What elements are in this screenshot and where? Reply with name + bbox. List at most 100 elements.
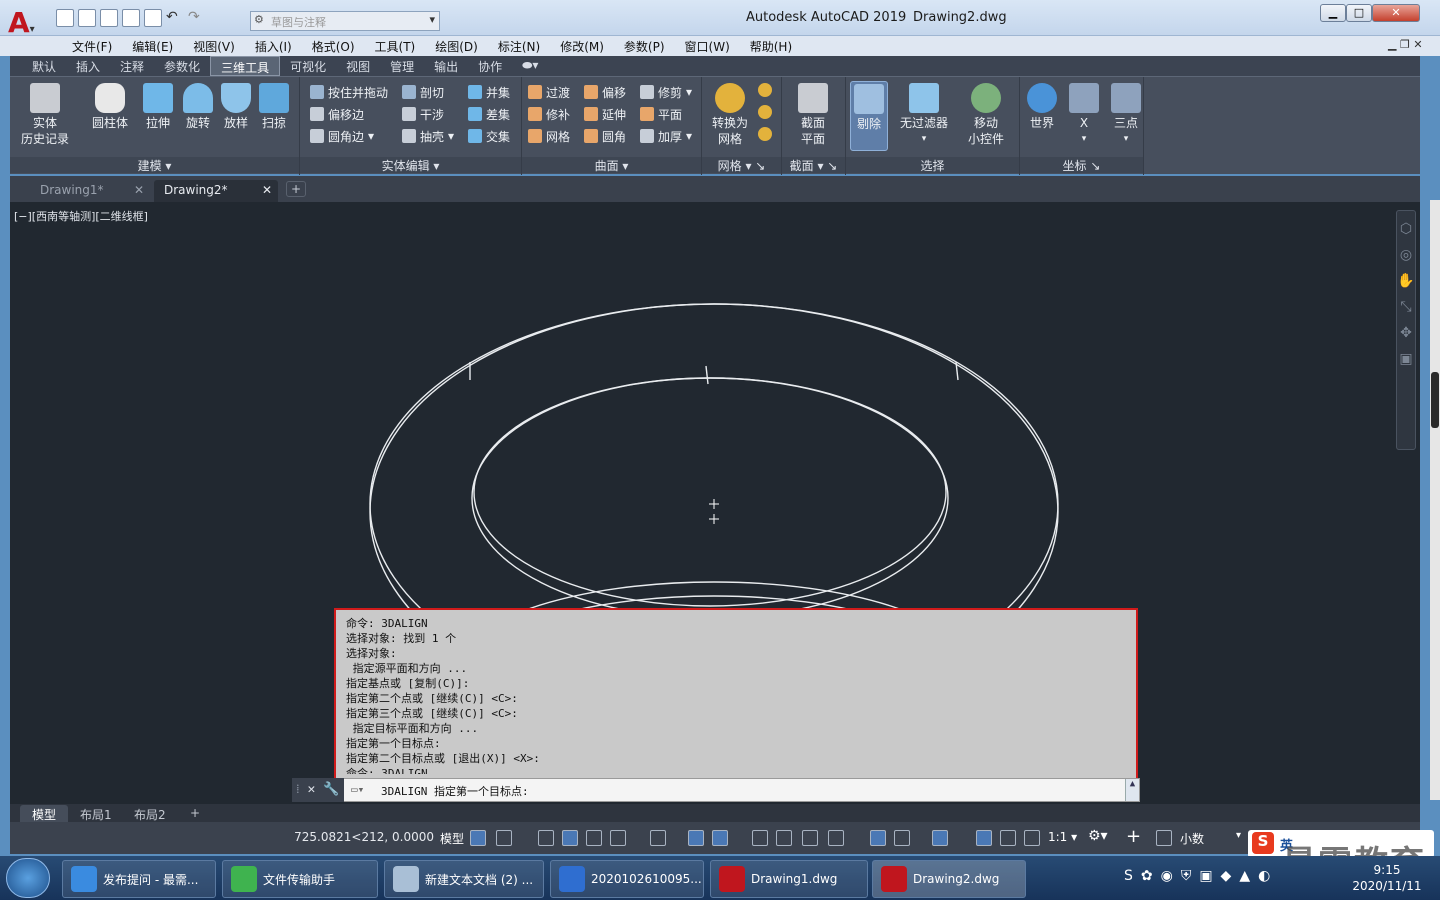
command-prompt-icon[interactable]: ▭▾ — [351, 783, 364, 796]
save-as-icon[interactable] — [122, 9, 140, 27]
selection-filter-icon[interactable] — [894, 830, 910, 846]
panel-title-solid-edit[interactable]: 实体编辑 ▾ — [300, 157, 521, 173]
grid-icon[interactable] — [470, 830, 486, 846]
zoom-icon[interactable]: ⤡ — [1397, 299, 1415, 315]
shell-button[interactable]: 抽壳 ▾ — [402, 125, 454, 147]
panel-title-coordinates[interactable]: 坐标 ↘ — [1020, 157, 1143, 173]
intersect-button[interactable]: 交集 — [468, 125, 510, 147]
solid-history-button[interactable]: 实体 历史记录 — [20, 83, 70, 147]
x-ucs-button[interactable]: X ▾ — [1066, 83, 1102, 147]
tab-default[interactable]: 默认 — [22, 56, 66, 76]
menu-parametric[interactable]: 参数(P) — [614, 36, 675, 56]
customize-wrench-icon[interactable]: 🔧 — [323, 782, 339, 797]
tab-parametric[interactable]: 参数化 — [154, 56, 210, 76]
world-ucs-button[interactable]: 世界 — [1024, 83, 1060, 131]
new-tab-button[interactable]: + — [286, 181, 306, 197]
annotation-monitor-icon[interactable]: + — [1126, 826, 1141, 847]
auto-scale-icon[interactable] — [1000, 830, 1016, 846]
mesh-crease-icon[interactable] — [758, 127, 772, 141]
doc-window-controls[interactable]: ▁ ❐ ✕ — [1388, 38, 1423, 51]
menu-draw[interactable]: 绘图(D) — [425, 36, 488, 56]
coordinate-readout[interactable]: 725.0821<212, 0.0000 — [282, 830, 434, 844]
model-space-toggle[interactable]: 模型 — [440, 830, 464, 847]
menu-dimension[interactable]: 标注(N) — [488, 36, 550, 56]
autocad-logo-icon[interactable]: A▾ — [8, 6, 52, 39]
close-command-icon[interactable]: ✕ — [307, 782, 315, 797]
snap-icon[interactable] — [496, 830, 512, 846]
showmotion-icon[interactable]: ▣ — [1397, 351, 1415, 367]
convert-to-mesh-button[interactable]: 转换为 网格 — [706, 83, 754, 147]
orbit-icon[interactable]: ✥ — [1397, 325, 1415, 341]
new-file-icon[interactable] — [56, 9, 74, 27]
pan-icon[interactable]: ✋ — [1397, 273, 1415, 289]
ortho-icon[interactable] — [586, 830, 602, 846]
cylinder-button[interactable]: 圆柱体 — [90, 83, 130, 131]
menu-file[interactable]: 文件(F) — [62, 36, 122, 56]
dynamic-input-icon[interactable] — [562, 830, 578, 846]
presspull-button[interactable]: 按住并拖动 — [310, 81, 388, 103]
system-tray-icons[interactable]: S✿◉⛨▣◆▲◐ — [1124, 868, 1278, 884]
units-value[interactable]: 小数 — [1180, 830, 1204, 847]
redo-icon[interactable]: ↷ — [188, 9, 206, 27]
close-button[interactable]: ✕ — [1372, 4, 1420, 22]
thicken-button[interactable]: 加厚 ▾ — [640, 125, 692, 147]
panel-title-surface[interactable]: 曲面 ▾ — [522, 157, 701, 173]
panel-title-mesh[interactable]: 网格 ▾ ↘ — [702, 157, 781, 173]
units-dropdown-icon[interactable]: ▾ — [1236, 830, 1241, 841]
interfere-button[interactable]: 干涉 — [402, 103, 454, 125]
patch-button[interactable]: 修补 — [528, 103, 570, 125]
command-scroll-up[interactable]: ▲ — [1125, 779, 1139, 801]
taskbar-item-drawing2[interactable]: Drawing2.dwg — [872, 860, 1026, 898]
fillet-edge-button[interactable]: 圆角边 ▾ — [310, 125, 388, 147]
planar-button[interactable]: 平面 — [640, 103, 692, 125]
menu-tools[interactable]: 工具(T) — [365, 36, 426, 56]
offset-edge-button[interactable]: 偏移边 — [310, 103, 388, 125]
annotation-scale-icon[interactable] — [1024, 830, 1040, 846]
network-button[interactable]: 网格 — [528, 125, 570, 147]
tab-3d-tools[interactable]: 三维工具 — [210, 56, 281, 76]
ribbon-minimize-icon[interactable]: ⬬▾ — [512, 56, 548, 76]
dynamic-ucs-icon[interactable] — [870, 830, 886, 846]
extend-button[interactable]: 延伸 — [584, 103, 626, 125]
close-tab-icon[interactable]: ✕ — [134, 183, 144, 197]
infer-constraints-icon[interactable] — [538, 830, 554, 846]
viewcube-icon[interactable]: ⬡ — [1397, 221, 1415, 237]
menu-modify[interactable]: 修改(M) — [550, 36, 614, 56]
selection-cycling-icon[interactable] — [802, 830, 818, 846]
section-plane-button[interactable]: 截面 平面 — [788, 83, 838, 147]
taskbar-item-wechat[interactable]: 文件传输助手 — [222, 860, 378, 898]
subtract-button[interactable]: 差集 — [468, 103, 510, 125]
menu-edit[interactable]: 编辑(E) — [122, 36, 183, 56]
tab-output[interactable]: 输出 — [424, 56, 468, 76]
menu-help[interactable]: 帮助(H) — [740, 36, 802, 56]
workspace-dropdown[interactable]: ⚙ 草图与注释 ▾ — [250, 11, 440, 31]
tab-collaborate[interactable]: 协作 — [468, 56, 512, 76]
move-gizmo-button[interactable]: 移动 小控件 — [958, 83, 1014, 147]
transparency-icon[interactable] — [776, 830, 792, 846]
vertical-scrollbar[interactable] — [1430, 200, 1440, 800]
taskbar-item-drawing1[interactable]: Drawing1.dwg — [710, 860, 868, 898]
three-point-ucs-button[interactable]: 三点 ▾ — [1108, 83, 1144, 147]
sweep-button[interactable]: 扫掠 — [254, 83, 294, 131]
slice-button[interactable]: 剖切 — [402, 81, 454, 103]
union-button[interactable]: 并集 — [468, 81, 510, 103]
undo-icon[interactable]: ↶ — [166, 9, 184, 27]
command-input-field[interactable]: 3DALIGN 指定第一个目标点: — [381, 783, 529, 799]
start-button[interactable] — [6, 858, 50, 898]
close-tab-icon[interactable]: ✕ — [262, 183, 272, 197]
object-snap-icon[interactable] — [712, 830, 728, 846]
tab-manage[interactable]: 管理 — [380, 56, 424, 76]
revolve-button[interactable]: 旋转 — [178, 83, 218, 131]
annotation-scale-value[interactable]: 1:1 ▾ — [1048, 830, 1077, 844]
isodraft-icon[interactable] — [650, 830, 666, 846]
mesh-smooth-icon[interactable] — [758, 83, 772, 97]
tab-visualize[interactable]: 可视化 — [280, 56, 336, 76]
gizmo-icon[interactable] — [932, 830, 948, 846]
annotation-visibility-icon[interactable] — [976, 830, 992, 846]
no-filter-button[interactable]: 无过滤器 ▾ — [896, 83, 952, 147]
object-snap-tracking-icon[interactable] — [688, 830, 704, 846]
panel-title-modeling[interactable]: 建模 ▾ — [10, 157, 299, 173]
add-layout-button[interactable]: + — [178, 805, 212, 822]
file-tab-drawing1[interactable]: Drawing1* ✕ — [30, 180, 150, 202]
mesh-refine-icon[interactable] — [758, 105, 772, 119]
